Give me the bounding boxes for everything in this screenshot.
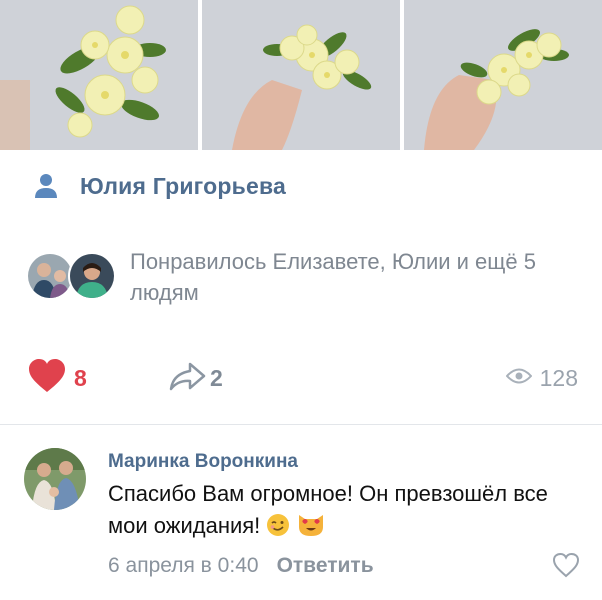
eye-icon xyxy=(505,367,532,390)
photo-gallery xyxy=(0,0,602,150)
comment-like-button[interactable] xyxy=(552,552,580,580)
liker-avatars[interactable] xyxy=(26,252,118,302)
post-actions: 8 2 128 xyxy=(28,358,578,398)
comment-date: 6 апреля в 0:40 xyxy=(108,554,259,577)
likes-summary-text[interactable]: Понравилось Елизавете, Юлии и ещё 5 людя… xyxy=(130,246,560,308)
comment-body: Маринка Воронкина Спасибо Вам огромное! … xyxy=(108,450,584,546)
shares-count: 2 xyxy=(210,364,223,391)
share-button[interactable]: 2 xyxy=(168,360,223,396)
comment: Маринка Воронкина Спасибо Вам огромное! … xyxy=(24,440,584,590)
comment-text-block: Спасибо Вам огромное! Он превзошёл все м… xyxy=(108,478,584,546)
like-button[interactable]: 8 xyxy=(28,358,87,398)
avatar[interactable] xyxy=(68,252,116,300)
post-author[interactable]: Юлия Григорьева xyxy=(32,170,286,202)
avatar[interactable] xyxy=(26,252,74,300)
views-count: 128 xyxy=(539,364,578,391)
user-icon xyxy=(32,172,60,200)
views-counter: 128 xyxy=(505,360,578,396)
likes-summary[interactable]: Понравилось Елизавете, Юлии и ещё 5 людя… xyxy=(26,246,560,310)
heart-icon xyxy=(28,358,66,398)
likes-count: 8 xyxy=(74,364,87,391)
author-name[interactable]: Юлия Григорьева xyxy=(80,173,286,200)
comment-meta: 6 апреля в 0:40 Ответить xyxy=(108,552,584,580)
share-icon xyxy=(168,361,206,396)
comment-author[interactable]: Маринка Воронкина xyxy=(108,450,584,474)
comment-text: Спасибо Вам огромное! Он превзошёл все м… xyxy=(108,481,548,538)
photo-3[interactable] xyxy=(404,0,602,150)
photo-1[interactable] xyxy=(0,0,198,150)
heart-outline-icon xyxy=(552,552,580,578)
photo-2[interactable] xyxy=(202,0,400,150)
divider xyxy=(0,424,602,425)
comment-avatar[interactable] xyxy=(24,448,86,510)
heart-eyes-cat-emoji-icon xyxy=(297,511,325,546)
wink-emoji-icon xyxy=(266,513,290,546)
reply-button[interactable]: Ответить xyxy=(277,554,374,578)
